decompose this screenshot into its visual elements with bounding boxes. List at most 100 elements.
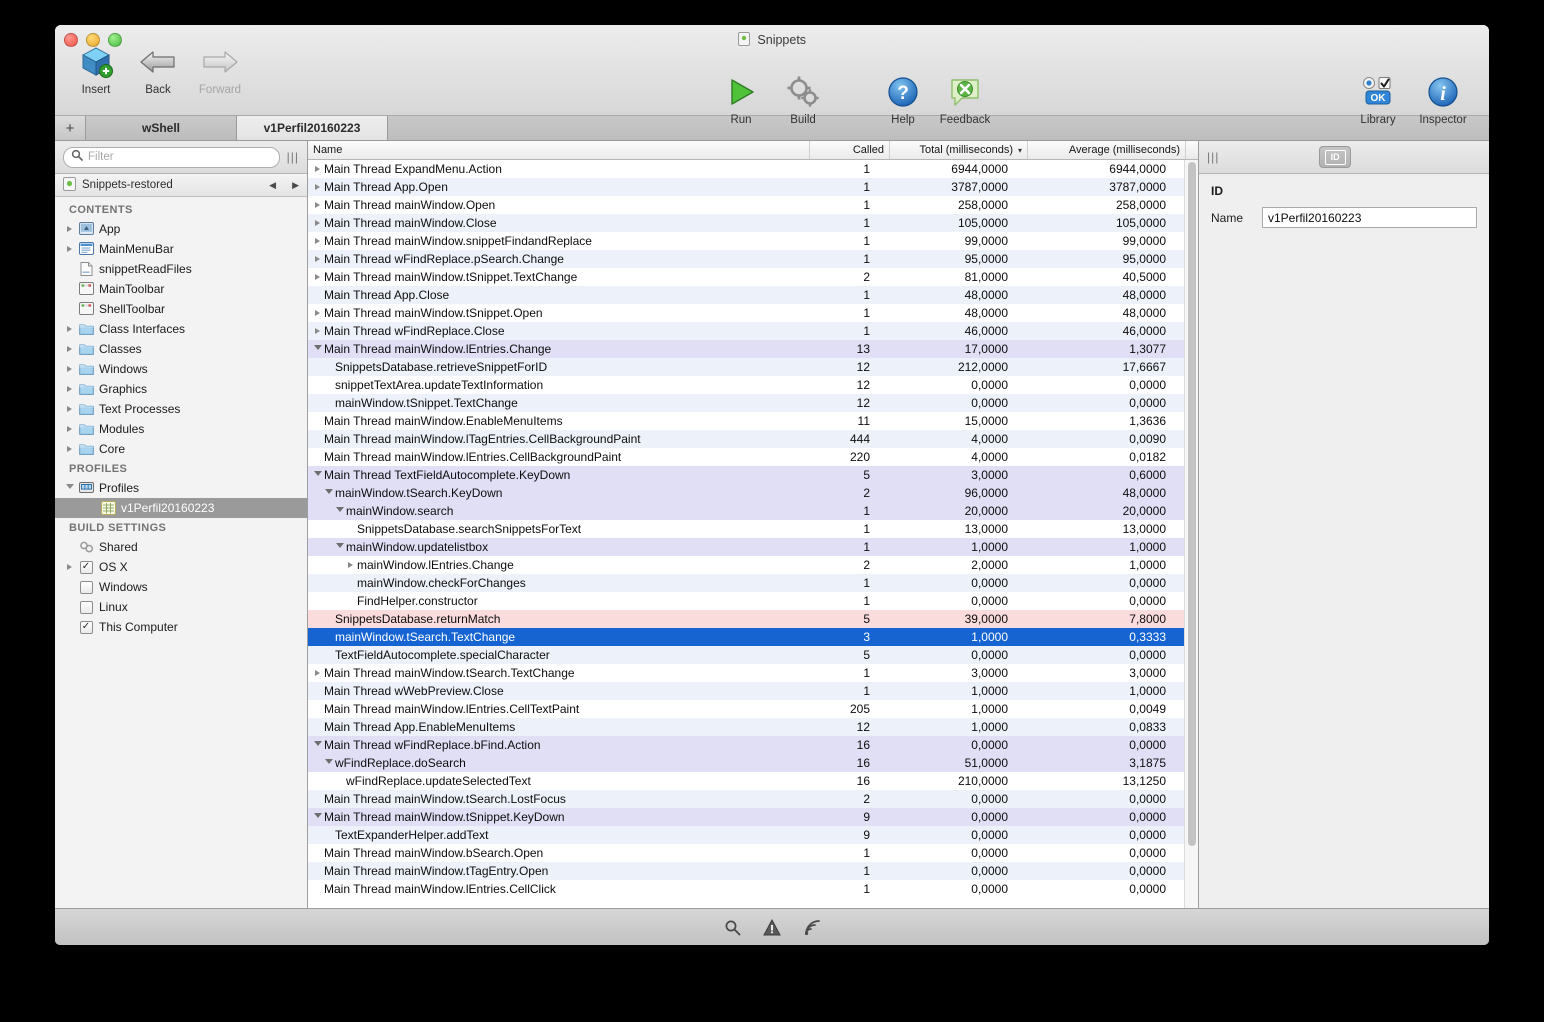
disclosure-right-icon[interactable] — [63, 446, 76, 452]
row-disclosure-right-icon[interactable] — [311, 328, 324, 334]
table-row[interactable]: Main Thread mainWindow.lEntries.Change 13… — [308, 340, 1184, 358]
tree-item-profiles[interactable]: Profiles — [55, 478, 307, 498]
inspector-button[interactable]: i Inspector — [1409, 71, 1477, 126]
search-icon[interactable] — [722, 917, 742, 937]
feedback-button[interactable]: Feedback — [934, 71, 996, 126]
table-row[interactable]: Main Thread App.Open 1 3787,0000 3787,0000 — [308, 178, 1184, 196]
nav-forward-icon[interactable]: ▶ — [292, 180, 299, 191]
row-disclosure-right-icon[interactable] — [311, 670, 324, 676]
inspector-tab-id[interactable]: ID — [1319, 146, 1352, 168]
filter-input[interactable]: Filter — [63, 146, 280, 168]
table-row[interactable]: Main Thread mainWindow.tTagEntry.Open 1 0,… — [308, 862, 1184, 880]
row-disclosure-down-icon[interactable] — [333, 543, 346, 551]
tree-item-os-x[interactable]: ✓ OS X — [55, 557, 307, 577]
row-disclosure-right-icon[interactable] — [311, 310, 324, 316]
table-row[interactable]: Main Thread mainWindow.EnableMenuItems 11… — [308, 412, 1184, 430]
table-row[interactable]: Main Thread mainWindow.snippetFindandRep… — [308, 232, 1184, 250]
disclosure-right-icon[interactable] — [63, 326, 76, 332]
column-header-called[interactable]: Called — [810, 141, 890, 159]
row-disclosure-right-icon[interactable] — [311, 274, 324, 280]
pane-grip-icon[interactable]: ||| — [287, 150, 299, 164]
tree-item-graphics[interactable]: Graphics — [55, 379, 307, 399]
library-button[interactable]: OK Library — [1347, 71, 1409, 126]
help-button[interactable]: ? Help — [872, 71, 934, 126]
back-button[interactable]: Back — [127, 41, 189, 96]
nav-back-icon[interactable]: ◀ — [269, 180, 276, 191]
tree-item-windows[interactable]: Windows — [55, 359, 307, 379]
row-disclosure-down-icon[interactable] — [311, 741, 324, 749]
table-row[interactable]: Main Thread mainWindow.tSnippet.Open 1 48,… — [308, 304, 1184, 322]
tree-item-shelltoolbar[interactable]: ShellToolbar — [55, 299, 307, 319]
tree-item-mainmenubar[interactable]: MainMenuBar — [55, 239, 307, 259]
row-disclosure-right-icon[interactable] — [311, 220, 324, 226]
forward-button[interactable]: Forward — [189, 41, 251, 96]
table-row[interactable]: mainWindow.tSearch.KeyDown 2 96,0000 48,000… — [308, 484, 1184, 502]
insert-button[interactable]: Insert — [65, 41, 127, 96]
table-row[interactable]: Main Thread mainWindow.tSearch.TextChang… — [308, 664, 1184, 682]
row-disclosure-down-icon[interactable] — [333, 507, 346, 515]
tree-item-this-computer[interactable]: ✓ This Computer — [55, 617, 307, 637]
disclosure-down-icon[interactable] — [63, 484, 76, 492]
broadcast-icon[interactable] — [802, 917, 822, 937]
inspector-grip-icon[interactable]: ||| — [1207, 150, 1219, 164]
tree-item-classes[interactable]: Classes — [55, 339, 307, 359]
table-row[interactable]: mainWindow.lEntries.Change 2 2,0000 1,0000 — [308, 556, 1184, 574]
run-button[interactable]: Run — [710, 71, 772, 126]
tree-item-text-processes[interactable]: Text Processes — [55, 399, 307, 419]
checkbox-unchecked[interactable] — [76, 600, 96, 614]
table-row[interactable]: Main Thread mainWindow.tSnippet.KeyDown 9… — [308, 808, 1184, 826]
checkbox-checked[interactable]: ✓ — [76, 620, 96, 634]
row-disclosure-right-icon[interactable] — [311, 256, 324, 262]
row-disclosure-right-icon[interactable] — [311, 202, 324, 208]
column-header-name[interactable]: Name — [308, 141, 810, 159]
table-row[interactable]: Main Thread mainWindow.Open 1 258,0000 258,… — [308, 196, 1184, 214]
row-disclosure-right-icon[interactable] — [344, 562, 357, 568]
disclosure-right-icon[interactable] — [63, 426, 76, 432]
row-disclosure-down-icon[interactable] — [311, 345, 324, 353]
table-row[interactable]: TextFieldAutocomplete.specialCharacter 5 0… — [308, 646, 1184, 664]
table-row[interactable]: Main Thread mainWindow.lEntries.CellBack… — [308, 448, 1184, 466]
disclosure-right-icon[interactable] — [63, 246, 76, 252]
tree-item-maintoolbar[interactable]: MainToolbar — [55, 279, 307, 299]
table-row[interactable]: mainWindow.tSnippet.TextChange 12 0,0000 0,… — [308, 394, 1184, 412]
table-row[interactable]: Main Thread mainWindow.lTagEntries.CellB… — [308, 430, 1184, 448]
tab-wshell[interactable]: wShell — [86, 116, 237, 140]
row-disclosure-down-icon[interactable] — [311, 813, 324, 821]
tree-item-app[interactable]: App — [55, 219, 307, 239]
tree-item-core[interactable]: Core — [55, 439, 307, 459]
row-disclosure-down-icon[interactable] — [322, 759, 335, 767]
row-disclosure-down-icon[interactable] — [322, 489, 335, 497]
table-row[interactable]: SnippetsDatabase.returnMatch 5 39,0000 7,80… — [308, 610, 1184, 628]
scrollbar-thumb[interactable] — [1187, 162, 1196, 847]
disclosure-right-icon[interactable] — [63, 346, 76, 352]
table-row[interactable]: Main Thread ExpandMenu.Action 1 6944,0000 6… — [308, 160, 1184, 178]
table-row[interactable]: Main Thread mainWindow.Close 1 105,0000 105… — [308, 214, 1184, 232]
table-row[interactable]: Main Thread wFindReplace.Close 1 46,0000 46… — [308, 322, 1184, 340]
table-row[interactable]: Main Thread TextFieldAutocomplete.KeyDow… — [308, 466, 1184, 484]
row-disclosure-right-icon[interactable] — [311, 166, 324, 172]
table-row[interactable]: Main Thread wFindReplace.bFind.Action 16 0… — [308, 736, 1184, 754]
column-header-total[interactable]: Total (milliseconds) ▾ — [890, 141, 1028, 159]
tree-item-v1perfil20160223[interactable]: v1Perfil20160223 — [55, 498, 307, 518]
table-row[interactable]: wFindReplace.updateSelectedText 16 210,000… — [308, 772, 1184, 790]
table-row[interactable]: FindHelper.constructor 1 0,0000 0,0000 — [308, 592, 1184, 610]
tree-item-modules[interactable]: Modules — [55, 419, 307, 439]
table-row[interactable]: SnippetsDatabase.retrieveSnippetForID 12 2… — [308, 358, 1184, 376]
disclosure-right-icon[interactable] — [63, 366, 76, 372]
row-disclosure-down-icon[interactable] — [311, 471, 324, 479]
row-disclosure-right-icon[interactable] — [311, 238, 324, 244]
table-row[interactable]: wFindReplace.doSearch 16 51,0000 3,1875 — [308, 754, 1184, 772]
tab-v1perfil20160223[interactable]: v1Perfil20160223 — [237, 116, 388, 140]
disclosure-right-icon[interactable] — [63, 406, 76, 412]
table-row[interactable]: Main Thread App.EnableMenuItems 12 1,0000 0… — [308, 718, 1184, 736]
table-row[interactable]: Main Thread App.Close 1 48,0000 48,0000 — [308, 286, 1184, 304]
tree-item-snippetreadfiles[interactable]: snippetReadFiles — [55, 259, 307, 279]
tree-item-windows[interactable]: Windows — [55, 577, 307, 597]
inspector-name-input[interactable]: v1Perfil20160223 — [1262, 207, 1477, 228]
table-row[interactable]: Main Thread wWebPreview.Close 1 1,0000 1,00… — [308, 682, 1184, 700]
table-row[interactable]: Main Thread mainWindow.lEntries.CellClic… — [308, 880, 1184, 898]
tree-item-linux[interactable]: Linux — [55, 597, 307, 617]
table-row[interactable]: mainWindow.search 1 20,0000 20,0000 — [308, 502, 1184, 520]
table-row[interactable]: mainWindow.updatelistbox 1 1,0000 1,0000 — [308, 538, 1184, 556]
disclosure-right-icon[interactable] — [63, 226, 76, 232]
